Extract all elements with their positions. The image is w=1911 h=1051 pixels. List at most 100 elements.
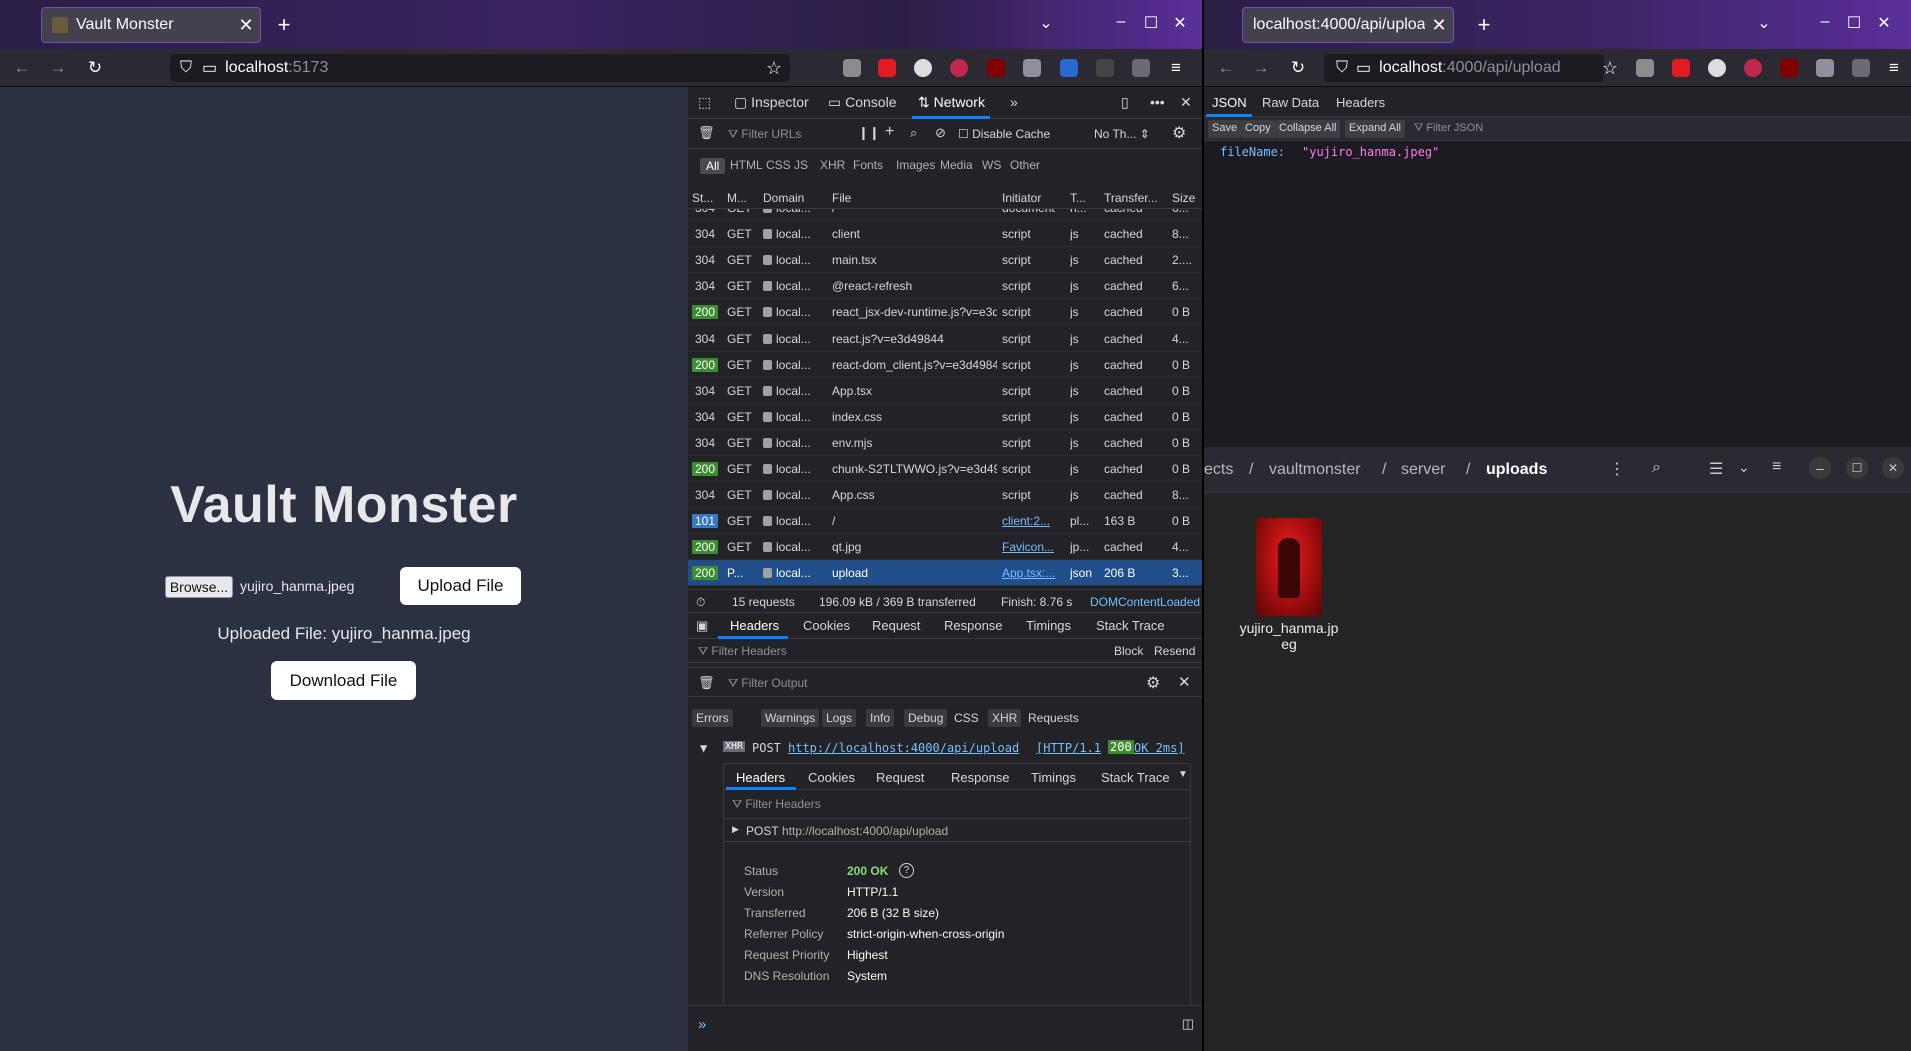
extension-icon[interactable] <box>950 59 968 77</box>
console-filter-headers-input[interactable]: ⛛ Filter Headers <box>732 797 821 812</box>
json-tab-headers[interactable]: Headers <box>1336 95 1385 110</box>
console-tab-response[interactable]: Response <box>951 770 1010 785</box>
filter-headers-input[interactable]: ⛛ Filter Headers <box>698 644 787 659</box>
extension-icon[interactable] <box>1096 59 1114 77</box>
close-icon[interactable]: ✕ <box>1882 457 1904 479</box>
filter-ws[interactable]: WS <box>982 158 1001 172</box>
close-tab-icon[interactable]: ✕ <box>1425 15 1453 36</box>
filter-images[interactable]: Images <box>896 158 935 172</box>
console-tab-cookies[interactable]: Cookies <box>808 770 855 785</box>
forward-icon[interactable]: → <box>48 58 68 78</box>
filter-js[interactable]: JS <box>794 158 808 172</box>
collapse-triangle-icon[interactable]: ▶ <box>732 824 739 835</box>
filter-css[interactable]: CSS <box>766 158 791 172</box>
json-tab-json[interactable]: JSON <box>1212 95 1247 110</box>
path-menu-icon[interactable]: ⋮ <box>1609 459 1625 479</box>
extension-icon[interactable] <box>1672 59 1690 77</box>
console-filter-requests[interactable]: Requests <box>1028 711 1079 725</box>
resend-button[interactable]: Resend <box>1154 644 1195 658</box>
menu-icon[interactable]: ≡ <box>1166 58 1186 78</box>
forward-icon[interactable]: → <box>1251 58 1271 78</box>
log-protocol[interactable]: [HTTP/1.1 <box>1036 741 1101 755</box>
col-transferred[interactable]: Transfer... <box>1104 191 1158 205</box>
console-filter-info[interactable]: Info <box>866 709 895 727</box>
view-options-icon[interactable]: ⌄ <box>1738 459 1750 476</box>
panel-toggle-icon[interactable]: ▣ <box>696 618 708 634</box>
list-tabs-icon[interactable]: ⌄ <box>1036 13 1056 33</box>
minimize-icon[interactable]: – <box>1809 457 1831 479</box>
json-expand-all-button[interactable]: Expand All <box>1345 120 1405 138</box>
filter-xhr[interactable]: XHR <box>820 158 845 172</box>
options-icon[interactable]: ••• <box>1150 94 1165 110</box>
request-row[interactable]: 200 P... local... upload App.tsx:... json 206 … <box>688 560 1202 587</box>
tab-network[interactable]: ⇅ Network <box>918 94 985 111</box>
filter-media[interactable]: Media <box>940 158 973 172</box>
disable-cache-checkbox[interactable]: ☐ Disable Cache <box>958 127 1050 141</box>
reload-icon[interactable]: ↻ <box>1288 58 1308 78</box>
request-row[interactable]: 304 GET local... index.css script js cached 0 B <box>688 404 1202 430</box>
request-initiator[interactable]: App.tsx:... <box>1002 566 1062 580</box>
back-icon[interactable]: ← <box>1216 58 1236 78</box>
request-row[interactable]: 304 GET local... env.mjs script js cached 0 B <box>688 430 1202 456</box>
request-row[interactable]: 200 GET local... chunk-S2TLTWWO.js?v=e3d498… <box>688 456 1202 482</box>
extension-icon[interactable] <box>1708 59 1726 77</box>
json-collapse-all-button[interactable]: Collapse All <box>1275 120 1341 138</box>
detail-tab-timings[interactable]: Timings <box>1026 618 1071 633</box>
new-tab-icon[interactable]: + <box>1472 12 1496 38</box>
maximize-icon[interactable]: ☐ <box>1141 13 1161 33</box>
maximize-icon[interactable]: ☐ <box>1844 13 1864 33</box>
help-icon[interactable]: ? <box>899 863 914 878</box>
close-tab-icon[interactable]: ✕ <box>232 15 260 36</box>
console-filter-xhr[interactable]: XHR <box>988 709 1022 727</box>
console-tab-stack-trace[interactable]: Stack Trace <box>1101 770 1170 785</box>
filter-fonts[interactable]: Fonts <box>853 158 883 172</box>
dock-icon[interactable]: ▯ <box>1121 94 1129 111</box>
detail-tab-stack-trace[interactable]: Stack Trace <box>1096 618 1165 633</box>
path-segment[interactable]: vaultmonster <box>1269 461 1361 479</box>
request-row[interactable]: 200 GET local... react_jsx-dev-runtime.js?v… <box>688 299 1202 326</box>
request-row[interactable]: 200 GET local... qt.jpg Favicon... jp... cache… <box>688 534 1202 561</box>
tab-console[interactable]: ▭ Console <box>828 94 897 111</box>
console-log-entry[interactable]: ▼ XHR POST http://localhost:4000/api/upl… <box>688 738 1202 760</box>
search-icon[interactable]: ⌕ <box>910 125 917 141</box>
close-split-console-icon[interactable]: ✕ <box>1178 673 1191 691</box>
download-file-button[interactable]: Download File <box>271 661 416 700</box>
filter-all[interactable]: All <box>700 158 726 174</box>
clear-icon[interactable]: 🗑 <box>698 125 715 141</box>
tab-inspector[interactable]: ▢ Inspector <box>734 94 809 111</box>
request-row[interactable]: 304 GET local... / document h... cached 6... <box>688 209 1202 221</box>
path-segment[interactable]: server <box>1401 461 1445 479</box>
col-size[interactable]: Size <box>1172 191 1195 205</box>
file-item[interactable]: yujiro_hanma.jp eg <box>1224 513 1338 653</box>
puzzle-icon[interactable] <box>1132 59 1150 77</box>
request-initiator[interactable]: Favicon... <box>1002 540 1062 554</box>
volume-icon[interactable] <box>1023 59 1041 77</box>
request-row[interactable]: 200 GET local... react-dom_client.js?v=e3d4… <box>688 352 1202 378</box>
json-save-button[interactable]: Save <box>1208 120 1242 138</box>
console-filter-css[interactable]: CSS <box>954 711 979 725</box>
network-settings-icon[interactable]: ⚙ <box>1172 123 1186 143</box>
upload-file-button[interactable]: Upload File <box>400 567 521 605</box>
ublock-icon[interactable] <box>987 59 1005 77</box>
menu-icon[interactable]: ≡ <box>1884 58 1904 78</box>
filter-output-input[interactable]: ⛛ Filter Output <box>728 676 807 691</box>
clear-console-icon[interactable]: 🗑 <box>698 675 715 691</box>
request-row[interactable]: 304 GET local... main.tsx script js cached 2...… <box>688 247 1202 274</box>
pick-element-icon[interactable]: ⬚ <box>698 94 711 111</box>
request-initiator[interactable]: client:2... <box>1002 514 1062 528</box>
tab-api-upload[interactable]: localhost:4000/api/upload ✕ <box>1242 7 1454 43</box>
console-settings-icon[interactable]: ⚙ <box>1146 673 1160 693</box>
bookmark-star-icon[interactable]: ☆ <box>766 58 782 79</box>
console-tab-timings[interactable]: Timings <box>1031 770 1076 785</box>
editor-mode-icon[interactable]: ◫ <box>1182 1016 1194 1032</box>
col-type[interactable]: T... <box>1070 191 1086 205</box>
tab-vault-monster[interactable]: Vault Monster ✕ <box>41 7 261 43</box>
extension-icon[interactable] <box>1060 59 1078 77</box>
search-icon[interactable]: ⌕ <box>1652 459 1661 477</box>
request-row[interactable]: 304 GET local... App.tsx script js cached 0 B <box>688 378 1202 404</box>
console-tab-headers[interactable]: Headers <box>736 770 785 785</box>
url-bar-right[interactable]: ⛉ ▭ localhost:4000/api/upload <box>1324 54 1604 82</box>
request-line-row[interactable]: ▶ POST http://localhost:4000/api/upload <box>724 818 1190 842</box>
log-url-link[interactable]: http://localhost:4000/api/upload <box>788 741 1019 755</box>
maximize-icon[interactable]: ☐ <box>1846 457 1868 479</box>
